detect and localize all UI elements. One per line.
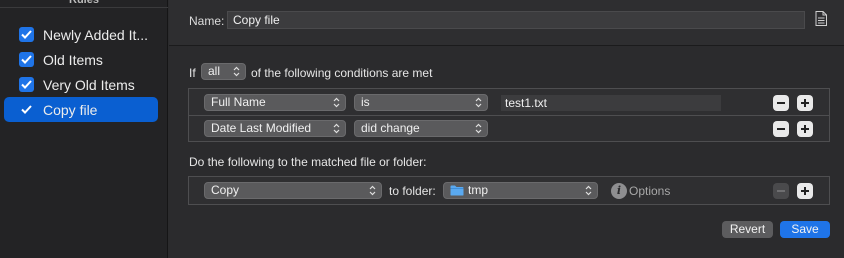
updown-chevron-icon [475,97,482,108]
plus-icon [801,99,809,107]
to-folder-label: to folder: [389,184,436,198]
condition-operator-value: did change [361,121,420,135]
condition-attribute-value: Full Name [211,95,266,109]
condition-operator-value: is [361,95,370,109]
add-condition-button[interactable] [797,121,813,137]
updown-chevron-icon [369,185,376,196]
action-type-value: Copy [211,183,240,197]
save-button[interactable]: Save [780,221,830,238]
actions-heading: Do the following to the matched file or … [189,155,427,169]
sidebar-header: Rules [0,0,168,8]
rule-item-very-old-items[interactable]: Very Old Items [4,72,158,97]
checkmark-icon [21,30,32,39]
checkmark-icon [21,55,32,64]
condition-attribute-popup[interactable]: Full Name [204,94,346,111]
row-divider [189,115,829,116]
rules-sidebar: Rules Newly Added It... Old Items Very O… [0,0,168,258]
rule-item-newly-added[interactable]: Newly Added It... [4,22,158,47]
rule-label: Copy file [43,101,98,118]
add-condition-button[interactable] [797,95,813,111]
plus-icon [801,187,809,195]
plus-icon [801,125,809,133]
updown-chevron-icon [585,185,592,196]
checkmark-icon [21,105,32,114]
folder-icon [450,185,464,196]
condition-attribute-value: Date Last Modified [211,121,312,135]
options-label[interactable]: Options [629,184,670,198]
rule-item-copy-file[interactable]: Copy file [4,97,158,122]
condition-value-field[interactable]: test1.txt [501,95,721,111]
match-mode-value: all [208,64,221,78]
rule-name-bar: Name: Copy file [169,0,844,46]
rule-label: Newly Added It... [43,26,149,43]
conditions-suffix: of the following conditions are met [251,66,433,80]
minus-icon [777,102,785,104]
name-label: Name: [189,14,225,28]
conditions-prefix: If [189,66,196,80]
revert-button[interactable]: Revert [722,221,773,238]
rule-label: Very Old Items [43,76,135,93]
rule-checkbox[interactable] [19,77,34,92]
folder-popup[interactable]: tmp [443,182,598,199]
document-icon[interactable] [815,11,827,29]
match-mode-popup[interactable]: all [201,63,246,80]
updown-chevron-icon [475,123,482,134]
folder-value: tmp [468,183,489,197]
rule-label: Old Items [43,51,103,68]
action-type-popup[interactable]: Copy [204,182,382,199]
updown-chevron-icon [233,66,240,77]
condition-operator-popup[interactable]: did change [354,120,488,137]
checkmark-icon [21,80,32,89]
minus-icon [777,190,785,192]
updown-chevron-icon [333,123,340,134]
condition-attribute-popup[interactable]: Date Last Modified [204,120,346,137]
info-icon[interactable]: i [611,183,627,199]
add-action-button[interactable] [797,183,813,199]
rule-checkbox[interactable] [19,52,34,67]
condition-operator-popup[interactable]: is [354,94,488,111]
rule-item-old-items[interactable]: Old Items [4,47,158,72]
updown-chevron-icon [333,97,340,108]
rule-checkbox[interactable] [19,102,34,117]
remove-condition-button[interactable] [773,121,789,137]
remove-condition-button[interactable] [773,95,789,111]
minus-icon [777,128,785,130]
remove-action-button[interactable] [773,183,789,199]
rule-checkbox[interactable] [19,27,34,42]
rule-name-field[interactable]: Copy file [227,11,805,29]
